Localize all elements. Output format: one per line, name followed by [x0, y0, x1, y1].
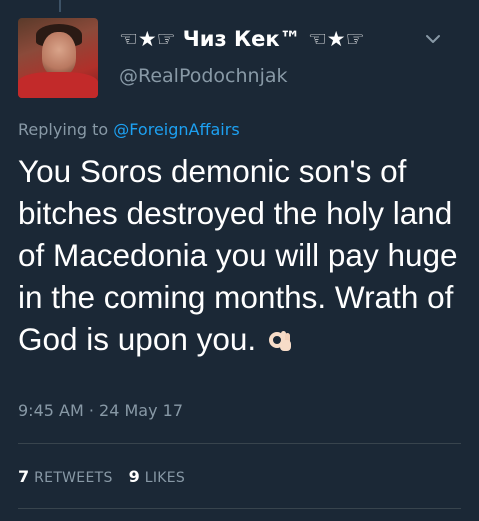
chevron-down-icon[interactable]	[423, 29, 443, 49]
divider	[18, 508, 461, 509]
retweets-count: 7	[18, 467, 30, 486]
thread-connector	[59, 0, 61, 12]
display-name[interactable]: ☜★☞ Чиз Кек™ ☜★☞	[119, 27, 364, 51]
tweet-stats: 7 RETWEETS 9 LIKES	[18, 467, 185, 486]
retweets-stat[interactable]: 7 RETWEETS	[18, 467, 113, 486]
replying-to-label: Replying to	[18, 120, 109, 139]
tweet-body: You Soros demonic son's of bitches destr…	[18, 153, 458, 357]
reply-mention-link[interactable]: @ForeignAffairs	[113, 120, 239, 139]
avatar-face	[42, 32, 76, 76]
replying-to: Replying to @ForeignAffairs	[18, 120, 240, 139]
likes-count: 9	[128, 467, 140, 486]
tweet-text: You Soros demonic son's of bitches destr…	[18, 150, 468, 360]
ok-hand-emoji-icon	[269, 331, 292, 351]
tweet-timestamp[interactable]: 9:45 AM · 24 May 17	[18, 401, 183, 420]
avatar[interactable]	[18, 18, 98, 98]
user-handle[interactable]: @RealPodochnjak	[119, 65, 288, 87]
retweets-label: RETWEETS	[34, 470, 113, 486]
avatar-shirt	[18, 72, 98, 98]
likes-stat[interactable]: 9 LIKES	[129, 467, 185, 486]
divider	[18, 443, 461, 444]
likes-label: LIKES	[144, 470, 186, 486]
